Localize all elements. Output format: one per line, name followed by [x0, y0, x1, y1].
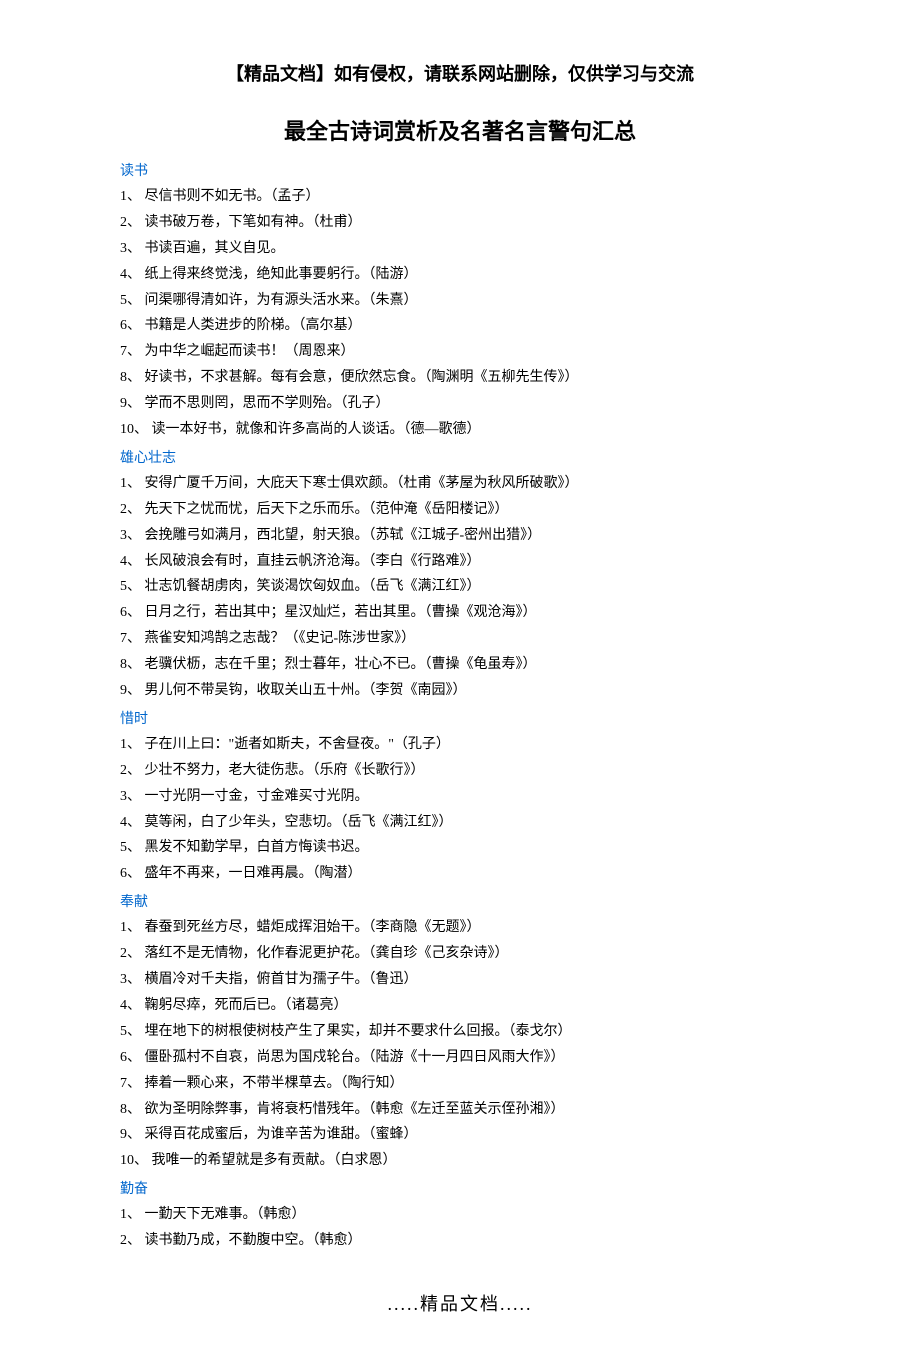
section-heading: 惜时 — [120, 708, 800, 728]
quote-line: 10、 我唯一的希望就是多有贡献。（白求恩） — [120, 1148, 800, 1174]
quote-line: 1、 尽信书则不如无书。（孟子） — [120, 184, 800, 210]
quote-line: 2、 读书破万卷，下笔如有神。（杜甫） — [120, 210, 800, 236]
quote-line: 4、 长风破浪会有时，直挂云帆济沧海。（李白《行路难》） — [120, 549, 800, 575]
main-title: 最全古诗词赏析及名著名言警句汇总 — [120, 114, 800, 146]
quote-line: 7、 捧着一颗心来，不带半棵草去。（陶行知） — [120, 1071, 800, 1097]
quote-line: 7、 燕雀安知鸿鹄之志哉？（《史记-陈涉世家》） — [120, 626, 800, 652]
quote-line: 4、 纸上得来终觉浅，绝知此事要躬行。（陆游） — [120, 262, 800, 288]
quote-line: 6、 日月之行，若出其中；星汉灿烂，若出其里。（曹操《观沧海》） — [120, 600, 800, 626]
quote-line: 5、 问渠哪得清如许，为有源头活水来。（朱熹） — [120, 288, 800, 314]
header-notice: 【精品文档】如有侵权，请联系网站删除，仅供学习与交流 — [120, 60, 800, 86]
quote-line: 1、 安得广厦千万间，大庇天下寒士俱欢颜。（杜甫《茅屋为秋风所破歌》） — [120, 471, 800, 497]
quote-line: 1、 一勤天下无难事。（韩愈） — [120, 1202, 800, 1228]
quote-line: 6、 书籍是人类进步的阶梯。（高尔基） — [120, 313, 800, 339]
quote-line: 2、 少壮不努力，老大徒伤悲。（乐府《长歌行》） — [120, 758, 800, 784]
quote-line: 10、 读一本好书，就像和许多高尚的人谈话。（德—歌德） — [120, 417, 800, 443]
quote-line: 6、 僵卧孤村不自哀，尚思为国戍轮台。（陆游《十一月四日风雨大作》） — [120, 1045, 800, 1071]
quote-line: 4、 莫等闲，白了少年头，空悲切。（岳飞《满江红》） — [120, 810, 800, 836]
quote-line: 2、 先天下之忧而忧，后天下之乐而乐。（范仲淹《岳阳楼记》） — [120, 497, 800, 523]
section-heading: 勤奋 — [120, 1178, 800, 1198]
quote-line: 5、 埋在地下的树根使树枝产生了果实，却并不要求什么回报。（泰戈尔） — [120, 1019, 800, 1045]
quote-line: 5、 黑发不知勤学早，白首方悔读书迟。 — [120, 835, 800, 861]
quote-line: 8、 老骥伏枥，志在千里；烈士暮年，壮心不已。（曹操《龟虽寿》） — [120, 652, 800, 678]
quote-line: 3、 会挽雕弓如满月，西北望，射天狼。（苏轼《江城子-密州出猎》） — [120, 523, 800, 549]
sections-container: 读书1、 尽信书则不如无书。（孟子）2、 读书破万卷，下笔如有神。（杜甫）3、 … — [120, 160, 800, 1254]
section-heading: 读书 — [120, 160, 800, 180]
section-heading: 奉献 — [120, 891, 800, 911]
footer-text: .....精品文档..... — [120, 1290, 800, 1316]
quote-line: 7、 为中华之崛起而读书！（周恩来） — [120, 339, 800, 365]
quote-line: 4、 鞠躬尽瘁，死而后已。（诸葛亮） — [120, 993, 800, 1019]
quote-line: 2、 落红不是无情物，化作春泥更护花。（龚自珍《己亥杂诗》） — [120, 941, 800, 967]
quote-line: 3、 横眉冷对千夫指，俯首甘为孺子牛。（鲁迅） — [120, 967, 800, 993]
quote-line: 2、 读书勤乃成，不勤腹中空。（韩愈） — [120, 1228, 800, 1254]
quote-line: 3、 书读百遍，其义自见。 — [120, 236, 800, 262]
quote-line: 9、 学而不思则罔，思而不学则殆。（孔子） — [120, 391, 800, 417]
quote-line: 9、 男儿何不带吴钩，收取关山五十州。（李贺《南园》） — [120, 678, 800, 704]
quote-line: 5、 壮志饥餐胡虏肉，笑谈渴饮匈奴血。（岳飞《满江红》） — [120, 574, 800, 600]
quote-line: 9、 采得百花成蜜后，为谁辛苦为谁甜。（蜜蜂） — [120, 1122, 800, 1148]
quote-line: 3、 一寸光阴一寸金，寸金难买寸光阴。 — [120, 784, 800, 810]
section-heading: 雄心壮志 — [120, 447, 800, 467]
document-page: 【精品文档】如有侵权，请联系网站删除，仅供学习与交流 最全古诗词赏析及名著名言警… — [0, 0, 920, 1356]
quote-line: 8、 好读书，不求甚解。每有会意，便欣然忘食。（陶渊明《五柳先生传》） — [120, 365, 800, 391]
quote-line: 6、 盛年不再来，一日难再晨。（陶潜） — [120, 861, 800, 887]
quote-line: 1、 子在川上曰："逝者如斯夫，不舍昼夜。"（孔子） — [120, 732, 800, 758]
quote-line: 1、 春蚕到死丝方尽，蜡炬成挥泪始干。（李商隐《无题》） — [120, 915, 800, 941]
quote-line: 8、 欲为圣明除弊事，肯将衰朽惜残年。（韩愈《左迁至蓝关示侄孙湘》） — [120, 1097, 800, 1123]
